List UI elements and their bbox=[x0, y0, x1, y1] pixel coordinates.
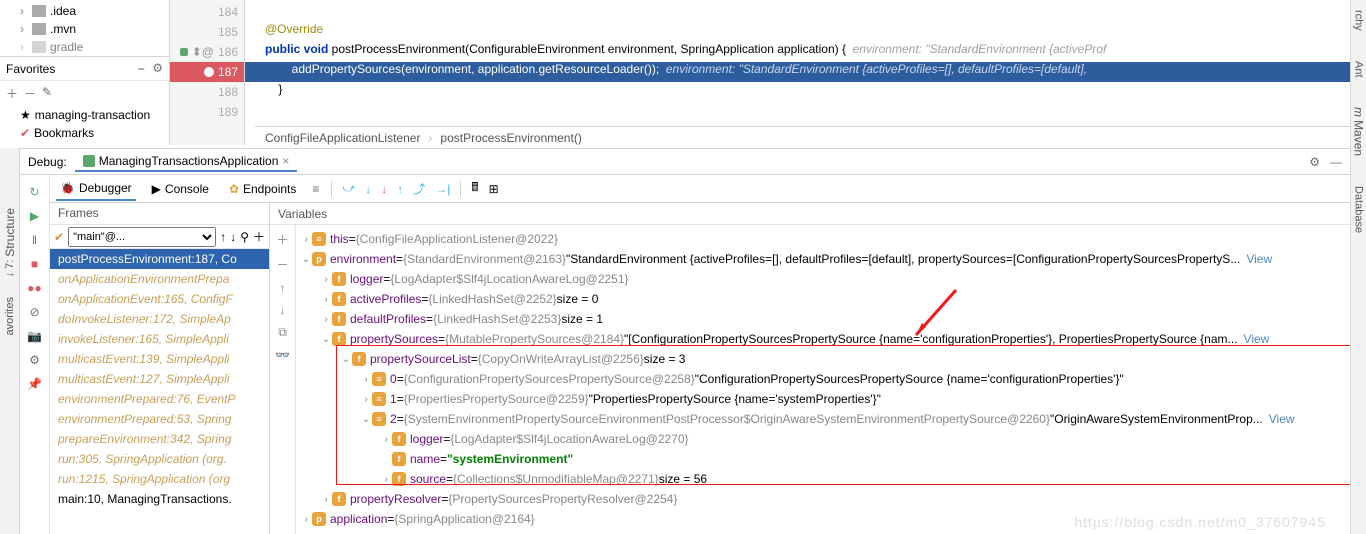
up-icon[interactable]: ↑ bbox=[280, 281, 286, 295]
copy-icon[interactable]: ⧉ bbox=[278, 325, 287, 340]
step-into-icon[interactable]: ↓ bbox=[365, 182, 371, 196]
variables-panel: Variables ＋ － ↑ ↓ ⧉ 👓 ›≡this = {ConfigFi… bbox=[270, 203, 1350, 534]
collapse-icon[interactable]: ⎯ bbox=[138, 61, 144, 76]
favorite-item[interactable]: ✔Bookmarks bbox=[0, 124, 169, 142]
frame-item[interactable]: run:305, SpringApplication (org. bbox=[50, 449, 269, 469]
left-sidebar: ↓ 7: Structure avorites bbox=[0, 148, 20, 534]
project-tree: ›.idea ›.mvn ›gradle Favorites ⎯ ⚙ ＋ － ✎ … bbox=[0, 0, 170, 145]
run-to-cursor-icon[interactable]: →| bbox=[435, 182, 450, 196]
frame-item[interactable]: main:10, ManagingTransactions. bbox=[50, 489, 269, 509]
favorites-panel: Favorites ⎯ ⚙ ＋ － ✎ ★managing-transaction… bbox=[0, 56, 169, 142]
add-watch-icon[interactable]: ＋ bbox=[276, 231, 288, 248]
frames-panel: Frames ✔ "main"@... ↑ ↓ ⚲ ＋ postProcessE… bbox=[50, 203, 270, 534]
next-icon[interactable]: ↓ bbox=[230, 230, 236, 244]
drop-frame-icon[interactable]: ⤴ bbox=[413, 180, 425, 197]
debug-toolwindow: Debug: ManagingTransactionsApplication× … bbox=[20, 148, 1350, 534]
gear-icon[interactable]: ⚙ bbox=[1309, 155, 1320, 169]
check-icon: ✔ bbox=[54, 230, 64, 244]
pin-icon[interactable]: 📌 bbox=[27, 377, 42, 391]
editor-gutter: 184 185 ⬍@186 187 188 189 bbox=[170, 0, 245, 145]
watermark: https://blog.csdn.net/m0_37607945 bbox=[1074, 514, 1326, 530]
rside-tab[interactable]: Ant bbox=[1353, 61, 1365, 78]
view-link[interactable]: View bbox=[1246, 252, 1272, 266]
step-over-icon[interactable]: ⤻ bbox=[342, 181, 355, 196]
glasses-icon[interactable]: 👓 bbox=[275, 348, 290, 362]
breadcrumb[interactable]: ConfigFileApplicationListener›postProces… bbox=[255, 126, 1350, 148]
tab-debugger[interactable]: 🐞Debugger bbox=[56, 177, 136, 201]
thread-select[interactable]: "main"@... bbox=[68, 227, 216, 247]
more-icon[interactable]: ≡ bbox=[312, 182, 319, 196]
proj-item[interactable]: ›.mvn bbox=[0, 20, 169, 38]
variables-title: Variables bbox=[270, 203, 1350, 225]
stop-icon[interactable]: ■ bbox=[31, 257, 38, 271]
frame-item[interactable]: onApplicationEvent:165, ConfigF bbox=[50, 289, 269, 309]
variables-tree[interactable]: ›≡this = {ConfigFileApplicationListener@… bbox=[296, 225, 1350, 534]
view-link[interactable]: View bbox=[1244, 332, 1270, 346]
code-editor[interactable]: @Override public void postProcessEnviron… bbox=[245, 0, 1350, 145]
debug-toolbar: ↻ ▶ ‖ ■ ●● ⊘ 📷 ⚙ 📌 bbox=[20, 175, 50, 534]
gear-icon[interactable]: ⚙ bbox=[152, 61, 163, 76]
frames-title: Frames bbox=[50, 203, 269, 225]
pause-icon[interactable]: ‖ bbox=[32, 233, 37, 247]
add-icon[interactable]: ＋ bbox=[6, 85, 18, 102]
favorite-item[interactable]: ★managing-transaction bbox=[0, 106, 169, 124]
edit-icon[interactable]: ✎ bbox=[42, 85, 52, 102]
rside-tab[interactable]: Database bbox=[1353, 186, 1365, 233]
tab-endpoints[interactable]: ✿Endpoints bbox=[225, 178, 300, 200]
rside-tab[interactable]: m Maven bbox=[1352, 107, 1366, 156]
lside-tab[interactable]: ↓ 7: Structure bbox=[3, 208, 17, 277]
editor-area: ›.idea ›.mvn ›gradle Favorites ⎯ ⚙ ＋ － ✎ … bbox=[0, 0, 1350, 145]
tab-console[interactable]: ▶Console bbox=[148, 178, 213, 200]
frame-item[interactable]: doInvokeListener:172, SimpleAp bbox=[50, 309, 269, 329]
mute-icon[interactable]: ⊘ bbox=[29, 305, 39, 319]
frame-item[interactable]: onApplicationEnvironmentPrepa bbox=[50, 269, 269, 289]
filter-icon[interactable]: ⚲ bbox=[240, 230, 249, 244]
evaluate-icon[interactable]: 🖩 bbox=[471, 178, 478, 199]
frame-item[interactable]: environmentPrepared:53, Spring bbox=[50, 409, 269, 429]
remove-icon[interactable]: － bbox=[276, 256, 288, 273]
force-step-into-icon[interactable]: ↓ bbox=[381, 182, 387, 196]
proj-item[interactable]: ›.idea bbox=[0, 2, 169, 20]
remove-icon[interactable]: － bbox=[24, 85, 36, 102]
frame-item[interactable]: multicastEvent:127, SimpleAppli bbox=[50, 369, 269, 389]
proj-item[interactable]: ›gradle bbox=[0, 38, 169, 56]
down-icon[interactable]: ↓ bbox=[280, 303, 286, 317]
settings-icon[interactable]: ⚙ bbox=[29, 353, 40, 367]
breakpoints-icon[interactable]: ●● bbox=[27, 281, 42, 295]
step-out-icon[interactable]: ↑ bbox=[397, 182, 403, 196]
lside-tab[interactable]: avorites bbox=[4, 297, 16, 336]
debug-app-tab[interactable]: ManagingTransactionsApplication× bbox=[75, 152, 298, 172]
minimize-icon[interactable]: — bbox=[1330, 155, 1342, 169]
rerun-icon[interactable]: ↻ bbox=[29, 185, 39, 199]
frame-item[interactable]: run:1215, SpringApplication (org bbox=[50, 469, 269, 489]
favorites-title: Favorites bbox=[6, 62, 55, 76]
resume-icon[interactable]: ▶ bbox=[30, 209, 39, 223]
frame-item[interactable]: prepareEnvironment:342, Spring bbox=[50, 429, 269, 449]
prev-icon[interactable]: ↑ bbox=[220, 230, 226, 244]
frame-item[interactable]: environmentPrepared:76, EventP bbox=[50, 389, 269, 409]
debug-label: Debug: bbox=[28, 155, 67, 169]
frame-item[interactable]: postProcessEnvironment:187, Co bbox=[50, 249, 269, 269]
trace-icon[interactable]: ⊞ bbox=[489, 182, 499, 196]
right-sidebar: rchy Ant m Maven Database bbox=[1350, 0, 1366, 534]
rside-tab[interactable]: rchy bbox=[1353, 10, 1365, 31]
add-icon[interactable]: ＋ bbox=[253, 228, 265, 245]
camera-icon[interactable]: 📷 bbox=[27, 329, 42, 343]
frame-item[interactable]: invokeListener:165, SimpleAppli bbox=[50, 329, 269, 349]
frame-item[interactable]: multicastEvent:139, SimpleAppli bbox=[50, 349, 269, 369]
